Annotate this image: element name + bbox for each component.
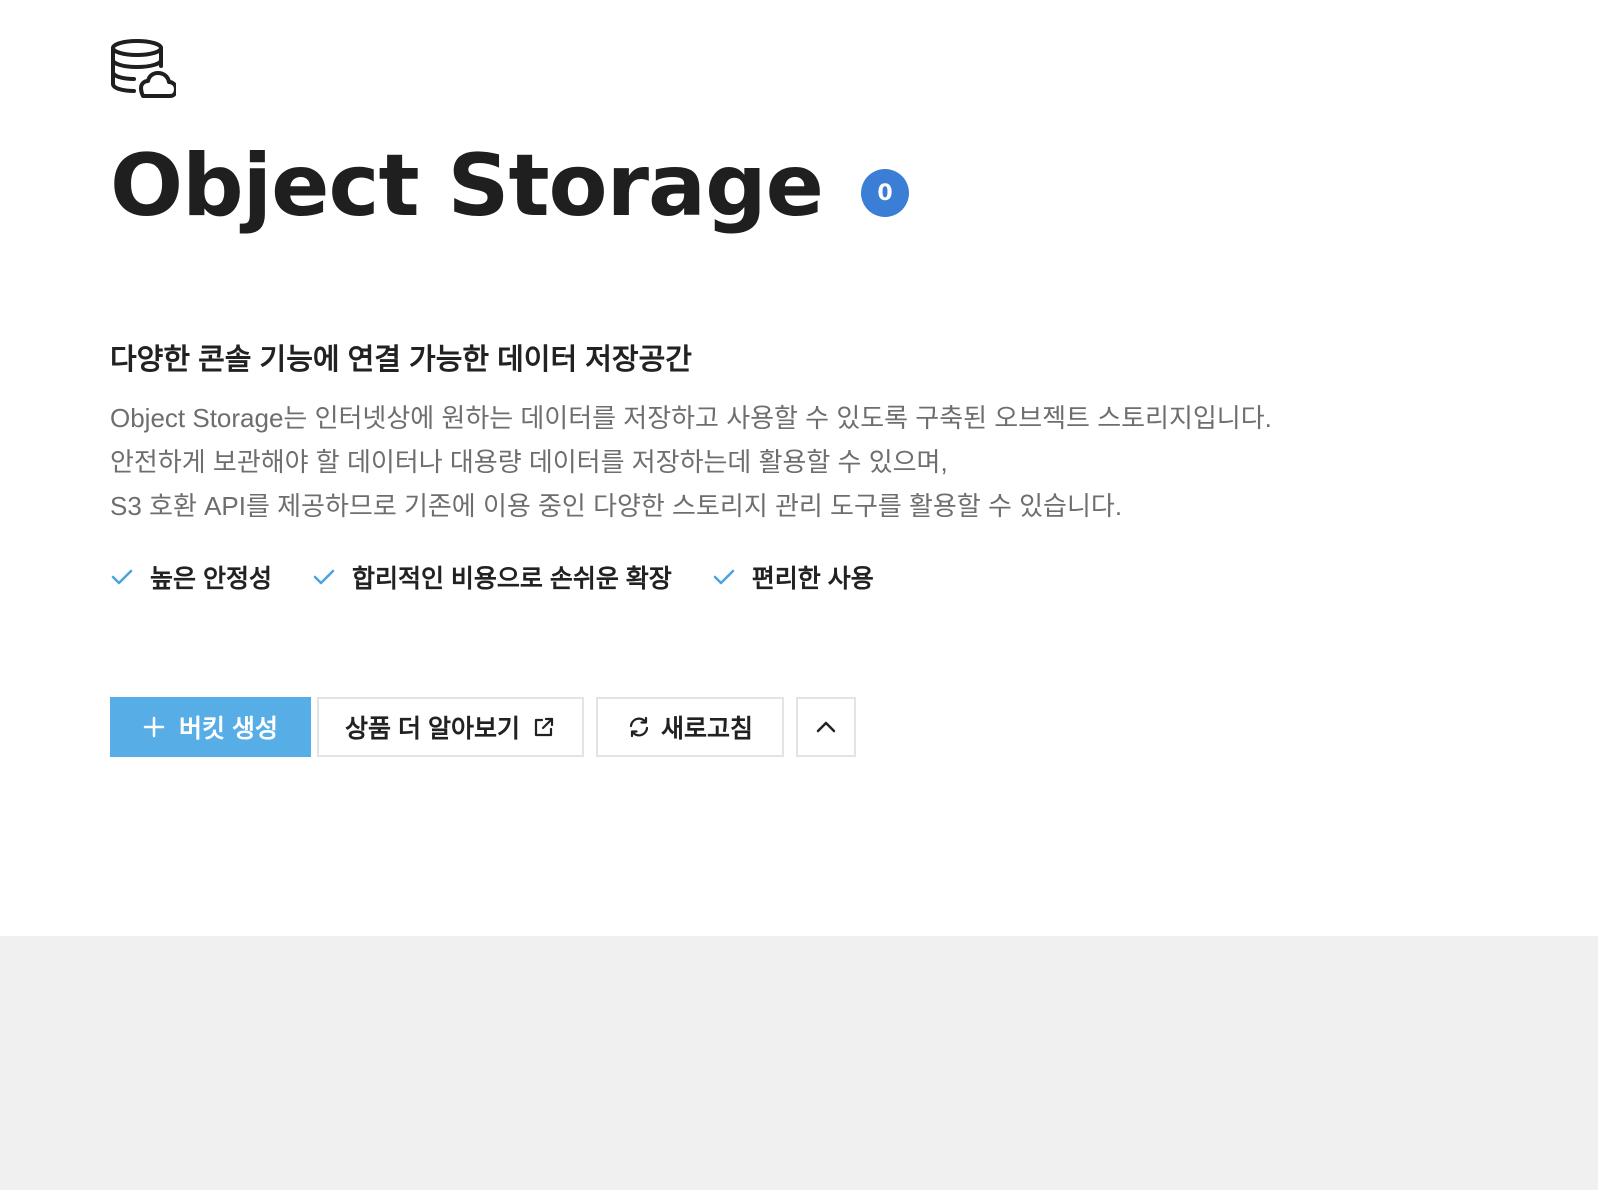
page: Object Storage 0 다양한 콘솔 기능에 연결 가능한 데이터 저… <box>0 0 1598 1190</box>
feature-item: 높은 안정성 <box>110 559 272 595</box>
description-line-3: S3 호환 API를 제공하므로 기존에 이용 중인 다양한 스토리지 관리 도… <box>110 491 1123 521</box>
description-line-2: 안전하게 보관해야 할 데이터나 대용량 데이터를 저장하는데 활용할 수 있으… <box>110 447 948 477</box>
action-toolbar: 버킷 생성 상품 더 알아보기 새로고침 <box>110 697 856 757</box>
learn-more-label: 상품 더 알아보기 <box>345 715 520 743</box>
chevron-up-icon <box>814 715 838 739</box>
database-cloud-icon <box>111 39 176 98</box>
title-row: Object Storage 0 <box>110 138 909 234</box>
plus-icon <box>143 716 165 738</box>
learn-more-button[interactable]: 상품 더 알아보기 <box>317 697 584 757</box>
check-icon <box>313 569 335 585</box>
refresh-label: 새로고침 <box>660 715 753 743</box>
content-area <box>0 936 1598 1190</box>
feature-label: 높은 안정성 <box>150 565 272 593</box>
feature-label: 합리적인 비용으로 손쉬운 확장 <box>351 565 672 593</box>
create-bucket-label: 버킷 생성 <box>179 715 278 743</box>
description-line-1: Object Storage는 인터넷상에 원하는 데이터를 저장하고 사용할 … <box>110 403 1272 433</box>
feature-list: 높은 안정성 합리적인 비용으로 손쉬운 확장 편리한 사용 <box>110 557 914 597</box>
product-subtitle: 다양한 콘솔 기능에 연결 가능한 데이터 저장공간 <box>110 344 692 376</box>
product-hero: Object Storage 0 다양한 콘솔 기능에 연결 가능한 데이터 저… <box>0 0 1598 936</box>
create-bucket-button[interactable]: 버킷 생성 <box>110 697 311 757</box>
feature-item: 합리적인 비용으로 손쉬운 확장 <box>312 559 672 595</box>
bucket-count-badge: 0 <box>860 169 909 217</box>
refresh-icon <box>627 715 651 739</box>
feature-label: 편리한 사용 <box>751 565 874 593</box>
check-icon <box>111 569 133 585</box>
product-description: Object Storage는 인터넷상에 원하는 데이터를 저장하고 사용할 … <box>110 396 1410 528</box>
page-title: Object Storage <box>110 136 824 236</box>
check-icon <box>713 569 735 585</box>
refresh-button[interactable]: 새로고침 <box>596 697 784 757</box>
external-link-icon <box>532 715 556 739</box>
feature-item: 편리한 사용 <box>712 559 874 595</box>
collapse-button[interactable] <box>796 697 856 757</box>
